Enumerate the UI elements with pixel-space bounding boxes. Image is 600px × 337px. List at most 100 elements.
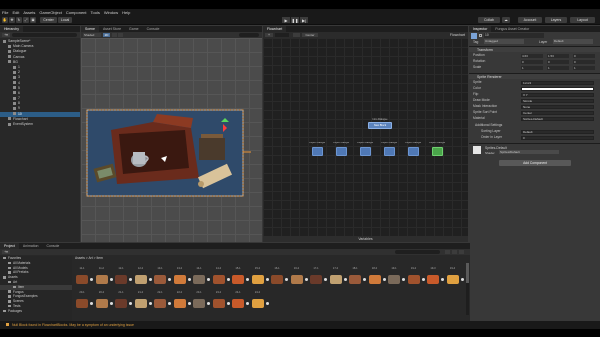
additional-settings-foldout[interactable]: Additional Settings bbox=[475, 123, 502, 127]
expand-arrow-icon[interactable] bbox=[226, 302, 230, 305]
flowchart-block[interactable]: Object Dialogue bbox=[357, 142, 373, 158]
asset-thumbnail[interactable]: 12-1 bbox=[114, 267, 132, 287]
asset-thumbnail[interactable]: 20-2 bbox=[95, 291, 113, 311]
asset-thumbnail[interactable]: 17-1 bbox=[309, 267, 327, 287]
menu-file[interactable]: File bbox=[2, 10, 8, 15]
expand-arrow-icon[interactable] bbox=[304, 278, 308, 281]
expand-arrow-icon[interactable] bbox=[109, 278, 113, 281]
variables-bar[interactable]: Variables bbox=[263, 236, 468, 242]
zoom-slider[interactable] bbox=[293, 33, 300, 37]
asset-thumbnail[interactable]: 15-2 bbox=[251, 267, 269, 287]
flowchart-block-body[interactable] bbox=[407, 147, 419, 156]
asset-thumbnail[interactable]: 19-3 bbox=[426, 267, 444, 287]
expand-arrow-icon[interactable] bbox=[246, 302, 249, 305]
shader-dropdown[interactable]: Sprites/Default bbox=[499, 150, 559, 154]
property-value-field[interactable]: None bbox=[521, 104, 594, 109]
expand-arrow-icon[interactable] bbox=[187, 302, 191, 305]
asset-thumbnail[interactable]: 11-2 bbox=[95, 267, 113, 287]
asset-thumbnail[interactable]: 11-1 bbox=[75, 267, 93, 287]
flowchart-block-body[interactable] bbox=[359, 147, 371, 156]
audio-toggle-icon[interactable] bbox=[118, 33, 123, 37]
asset-thumbnail[interactable]: 13-2 bbox=[173, 267, 191, 287]
asset-thumbnail[interactable]: 13-1 bbox=[153, 267, 171, 287]
status-bar[interactable]: Null Block found in FlowchartBlocks. May… bbox=[0, 321, 600, 329]
project-create-button[interactable]: +▾ bbox=[2, 250, 10, 254]
property-value-field[interactable]: 1x1x3 bbox=[521, 80, 594, 85]
asset-thumbnail[interactable]: 23-1 bbox=[192, 291, 210, 311]
scale-tool-icon[interactable]: ⤢ bbox=[23, 17, 29, 23]
2d-toggle[interactable]: 2D bbox=[103, 33, 110, 37]
expand-arrow-icon[interactable] bbox=[265, 278, 269, 281]
asset-thumbnail[interactable]: 21-2 bbox=[134, 291, 152, 311]
position-y-field[interactable]: 1.53 bbox=[547, 53, 569, 58]
property-value-field[interactable] bbox=[521, 86, 594, 91]
expand-arrow-icon[interactable] bbox=[382, 278, 386, 281]
center-view-button[interactable]: Center bbox=[302, 33, 318, 37]
flowchart-block-body[interactable] bbox=[311, 147, 323, 156]
rotation-z-field[interactable]: 0 bbox=[573, 59, 595, 64]
asset-thumbnail[interactable]: 22-1 bbox=[153, 291, 171, 311]
flowchart-block[interactable]: Object Dialogue bbox=[333, 142, 349, 158]
asset-thumbnail[interactable]: 17-2 bbox=[329, 267, 347, 287]
flowchart-block-body[interactable] bbox=[431, 147, 443, 156]
project-tree-item[interactable]: Packages bbox=[0, 309, 72, 314]
flowchart-block[interactable]: Object Dialogue bbox=[309, 142, 325, 158]
expand-arrow-icon[interactable] bbox=[460, 278, 464, 281]
flowchart-canvas[interactable]: Flowchart Intro Dialogue New Block Objec… bbox=[263, 33, 468, 242]
expand-arrow-icon[interactable] bbox=[168, 302, 171, 305]
menu-tools[interactable]: Tools bbox=[91, 10, 100, 15]
add-component-button[interactable]: Add Component bbox=[499, 160, 571, 166]
asset-thumbnail[interactable]: 16-2 bbox=[290, 267, 308, 287]
property-value-field[interactable]: Center bbox=[521, 110, 594, 115]
project-search-input[interactable] bbox=[395, 250, 440, 254]
property-value-field[interactable]: Sprites-Default bbox=[521, 116, 594, 121]
expand-arrow-icon[interactable] bbox=[109, 302, 113, 305]
account-dropdown[interactable]: Account bbox=[518, 17, 542, 23]
expand-arrow-icon[interactable] bbox=[402, 278, 405, 281]
pause-button[interactable]: ❚❚ bbox=[291, 17, 299, 23]
expand-arrow-icon[interactable] bbox=[285, 278, 288, 281]
asset-thumbnail[interactable]: 16-1 bbox=[270, 267, 288, 287]
expand-arrow-icon[interactable] bbox=[207, 278, 210, 281]
shading-mode-dropdown[interactable]: Shaded bbox=[83, 33, 101, 37]
expand-arrow-icon[interactable] bbox=[90, 278, 93, 281]
layer-dropdown[interactable]: Default bbox=[553, 39, 593, 44]
flowchart-block[interactable]: Object Dialogue bbox=[381, 142, 397, 158]
scale-z-field[interactable]: 1 bbox=[573, 65, 595, 70]
asset-thumbnail[interactable]: 22-2 bbox=[173, 291, 191, 311]
scale-y-field[interactable]: 1 bbox=[547, 65, 569, 70]
scale-x-field[interactable]: 1 bbox=[521, 65, 543, 70]
menu-assets[interactable]: Assets bbox=[23, 10, 35, 15]
property-value-field[interactable]: Simple bbox=[521, 98, 594, 103]
asset-thumbnail[interactable]: 19-1 bbox=[387, 267, 405, 287]
expand-arrow-icon[interactable] bbox=[129, 278, 132, 281]
asset-thumbnail[interactable]: 20-1 bbox=[75, 291, 93, 311]
expand-arrow-icon[interactable] bbox=[187, 278, 191, 281]
tab-fungus-asset-creator[interactable]: Fungus Asset Creator bbox=[491, 26, 533, 32]
asset-thumbnail[interactable]: 24-1 bbox=[231, 291, 249, 311]
asset-thumbnail[interactable]: 14-1 bbox=[192, 267, 210, 287]
menu-edit[interactable]: Edit bbox=[12, 10, 19, 15]
play-button[interactable]: ▶ bbox=[282, 17, 290, 23]
layers-dropdown[interactable]: Layers bbox=[545, 17, 567, 23]
step-button[interactable]: ▶| bbox=[300, 17, 308, 23]
active-checkbox[interactable] bbox=[479, 34, 482, 37]
property-value-field[interactable]: X Y bbox=[521, 92, 594, 97]
tab-inspector[interactable]: Inspector bbox=[469, 26, 492, 32]
position-z-field[interactable]: 0 bbox=[573, 53, 595, 58]
create-plus-button[interactable]: +▾ bbox=[2, 33, 10, 37]
lighting-toggle-icon[interactable] bbox=[112, 33, 117, 37]
asset-thumbnail[interactable]: 18-1 bbox=[348, 267, 366, 287]
flowchart-block[interactable]: Object Dialogue bbox=[405, 142, 421, 158]
intro-block-node[interactable]: Intro Dialogue New Block bbox=[365, 118, 395, 132]
asset-thumbnail[interactable]: 19-4 bbox=[446, 267, 464, 287]
sprite-renderer-header[interactable]: Sprite Renderer bbox=[469, 73, 600, 79]
layout-dropdown[interactable]: Layout bbox=[570, 17, 595, 23]
expand-arrow-icon[interactable] bbox=[168, 278, 171, 281]
collab-dropdown[interactable]: Collab bbox=[478, 17, 500, 23]
asset-grid-scrollbar[interactable] bbox=[466, 263, 469, 315]
project-breadcrumb[interactable]: Assets > Art > Item bbox=[75, 256, 103, 260]
rotation-x-field[interactable]: 0 bbox=[521, 59, 543, 64]
scrollbar-thumb[interactable] bbox=[466, 263, 469, 283]
expand-arrow-icon[interactable] bbox=[129, 302, 132, 305]
